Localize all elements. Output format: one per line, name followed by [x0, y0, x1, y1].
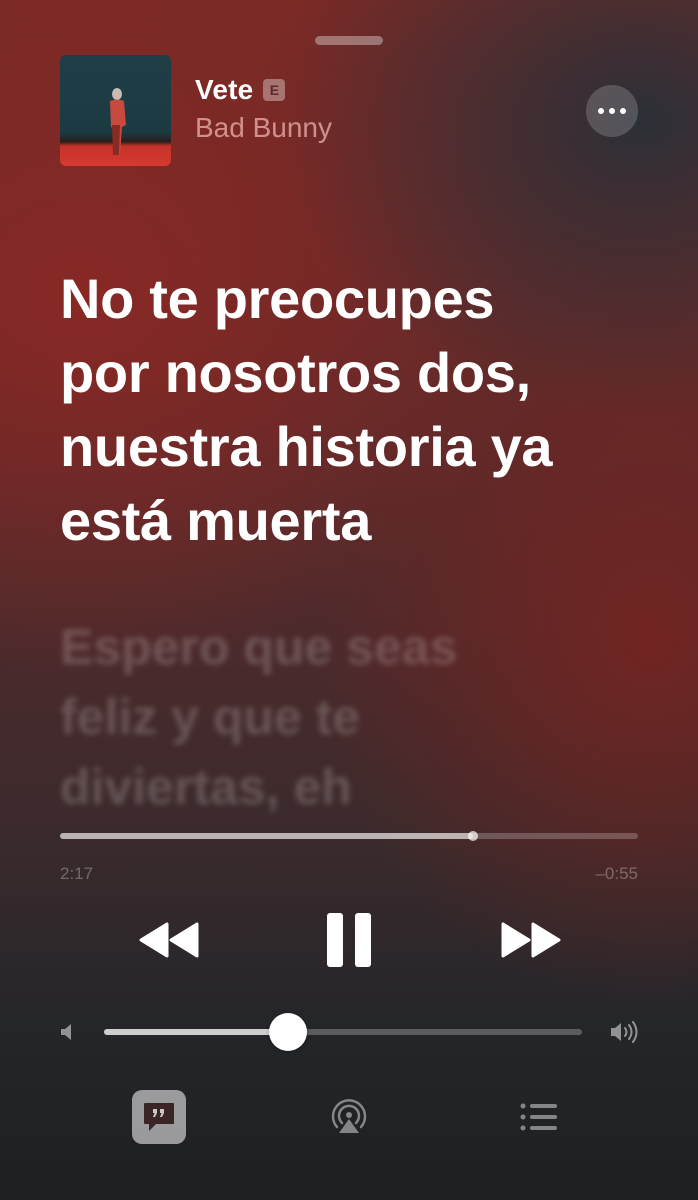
speaker-low-icon	[58, 1022, 76, 1042]
current-lyrics[interactable]: No te preocupes por nosotros dos, nuestr…	[60, 262, 660, 558]
ellipsis-icon-dot	[609, 108, 615, 114]
pause-icon	[327, 913, 371, 967]
track-title[interactable]: Vete	[195, 74, 253, 106]
sheet-grabber[interactable]	[315, 36, 383, 45]
more-options-button[interactable]	[586, 85, 638, 137]
lyric-line[interactable]: feliz y que te	[60, 682, 660, 752]
queue-button[interactable]	[512, 1090, 566, 1144]
album-artwork[interactable]	[60, 55, 171, 166]
upcoming-lyrics[interactable]: Espero que seas feliz y que te diviertas…	[60, 612, 660, 822]
rewind-button[interactable]	[130, 912, 208, 968]
playback-scrubber[interactable]	[60, 831, 638, 841]
track-title-row: Vete E	[195, 72, 286, 108]
fast-forward-button[interactable]	[492, 912, 570, 968]
volume-handle[interactable]	[269, 1013, 308, 1051]
speaker-high-icon	[608, 1018, 640, 1046]
lyric-line[interactable]: No te preocupes	[60, 262, 660, 336]
lyric-line[interactable]: Espero que seas	[60, 612, 660, 682]
remaining-time: –0:55	[595, 864, 638, 883]
airplay-icon	[331, 1099, 367, 1133]
lyric-line[interactable]: por nosotros dos,	[60, 336, 660, 410]
pause-button[interactable]	[316, 906, 382, 974]
lyric-line[interactable]: diviertas, eh	[60, 752, 660, 822]
lyric-line[interactable]: nuestra historia ya	[60, 410, 660, 484]
airplay-button[interactable]	[322, 1090, 376, 1144]
artist-name[interactable]: Bad Bunny	[195, 112, 332, 144]
explicit-badge: E	[263, 79, 286, 101]
rewind-icon	[139, 922, 199, 958]
ellipsis-icon-dot	[620, 108, 626, 114]
queue-list-icon	[520, 1103, 557, 1131]
scrubber-handle[interactable]	[467, 831, 478, 841]
volume-slider[interactable]	[104, 1013, 582, 1051]
lyric-line[interactable]: está muerta	[60, 484, 660, 558]
volume-fill	[104, 1029, 289, 1035]
scrubber-fill	[60, 833, 473, 839]
lyrics-button[interactable]	[132, 1090, 186, 1144]
elapsed-time: 2:17	[60, 864, 94, 883]
ellipsis-icon	[598, 108, 604, 114]
fast-forward-icon	[501, 922, 561, 958]
lyrics-quote-icon	[144, 1103, 174, 1131]
